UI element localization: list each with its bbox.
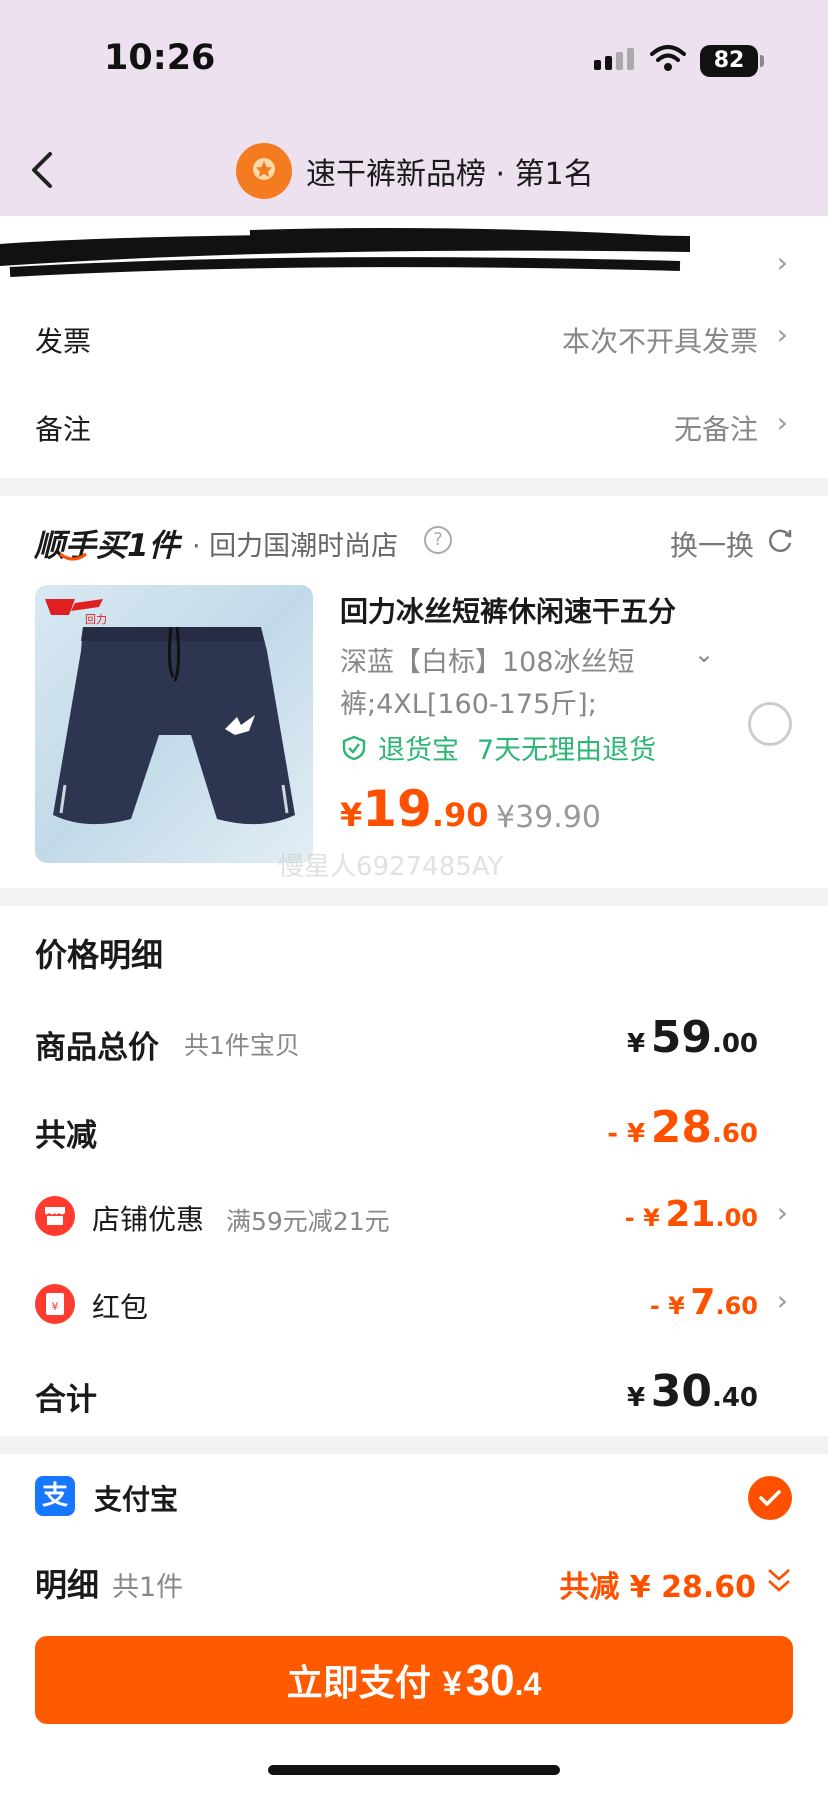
price-int: 19 bbox=[362, 780, 432, 838]
red-packet-amount[interactable]: - ¥ 7.60 bbox=[650, 1282, 758, 1323]
invoice-value: 本次不开具发票 bbox=[561, 325, 758, 358]
shop-discount-icon bbox=[35, 1196, 75, 1236]
sum-amount: ¥ 30.40 bbox=[627, 1366, 758, 1417]
invoice-row[interactable]: 发票 本次不开具发票 › bbox=[0, 306, 828, 386]
double-chevron-down-icon[interactable] bbox=[766, 1566, 792, 1596]
amount-dec: .40 bbox=[711, 1383, 758, 1413]
shop-name[interactable]: · 回力国潮时尚店 bbox=[192, 524, 398, 563]
alipay-icon: 支 bbox=[35, 1476, 75, 1516]
total-discount-amount: - ¥ 28.60 bbox=[607, 1102, 758, 1153]
shop-discount-amount[interactable]: - ¥ 21.00 bbox=[625, 1194, 758, 1235]
pay-now-label: 立即支付 bbox=[286, 1662, 431, 1703]
battery-indicator: 82 bbox=[700, 45, 758, 77]
battery-tip bbox=[760, 55, 764, 67]
remark-label: 备注 bbox=[35, 413, 92, 446]
sum-label: 合计 bbox=[35, 1382, 97, 1418]
pay-now-currency: ¥ bbox=[442, 1665, 462, 1703]
add-on-select-radio[interactable] bbox=[748, 702, 792, 746]
price-currency: ¥ bbox=[340, 796, 363, 834]
price-dec: .90 bbox=[431, 796, 489, 834]
check-icon bbox=[759, 1490, 781, 1506]
red-packet-icon: ¥ bbox=[35, 1284, 75, 1324]
detail-discount[interactable]: 共减 ¥ 28.60 bbox=[559, 1562, 756, 1606]
order-info-card: › 发票 本次不开具发票 › 备注 无备注 › bbox=[0, 216, 828, 478]
shield-check-icon bbox=[342, 735, 366, 760]
pay-now-dec: .4 bbox=[514, 1666, 542, 1702]
amount-currency: ¥ bbox=[627, 1029, 646, 1059]
amount-dec: .00 bbox=[715, 1204, 758, 1232]
shop-discount-chevron-icon[interactable]: › bbox=[777, 1196, 788, 1229]
total-discount-label: 共减 bbox=[35, 1118, 97, 1154]
goods-total-amount: ¥ 59.00 bbox=[627, 1012, 758, 1063]
help-icon[interactable]: ? bbox=[424, 526, 452, 554]
add-on-logo: 顺手买1件 bbox=[34, 520, 180, 565]
yen-glyph: ¥ bbox=[52, 1300, 59, 1313]
amount-dec: .00 bbox=[711, 1029, 758, 1059]
swap-button[interactable]: 换一换 bbox=[670, 524, 754, 564]
amount-currency: - ¥ bbox=[649, 1292, 685, 1320]
amount-currency: ¥ bbox=[627, 1383, 646, 1413]
amount-currency: - ¥ bbox=[607, 1119, 646, 1149]
product-spec-line1[interactable]: 深蓝【白标】108冰丝短 bbox=[340, 640, 635, 679]
ranking-title[interactable]: 速干裤新品榜 · 第1名 bbox=[236, 143, 594, 199]
medal-icon bbox=[236, 143, 292, 199]
add-on-logo-suffix: 1件 bbox=[127, 528, 180, 564]
return-policy-text: 7天无理由退货 bbox=[477, 735, 657, 766]
remark-row[interactable]: 备注 无备注 › bbox=[0, 394, 828, 474]
amount-int: 30 bbox=[650, 1366, 712, 1417]
goods-total-count: 共1件宝贝 bbox=[184, 1031, 300, 1060]
price-detail-title: 价格明细 bbox=[35, 936, 164, 974]
product-spec-line2[interactable]: 裤;4XL[160-175斤]; bbox=[340, 682, 597, 721]
amount-int: 28 bbox=[650, 1102, 712, 1153]
home-indicator[interactable] bbox=[268, 1765, 560, 1775]
amount-currency: - ¥ bbox=[624, 1204, 660, 1232]
remark-chevron-icon: › bbox=[776, 406, 788, 439]
amount-int: 59 bbox=[650, 1012, 712, 1063]
watermark: 慢星人6927485AY bbox=[278, 852, 504, 882]
wifi-icon bbox=[650, 45, 686, 71]
amount-dec: .60 bbox=[711, 1119, 758, 1149]
amount-int: 7 bbox=[690, 1282, 716, 1323]
status-time: 10:26 bbox=[104, 38, 216, 78]
original-price: ¥39.90 bbox=[496, 800, 601, 835]
smile-logo-icon bbox=[59, 552, 87, 561]
return-badge-text: 退货宝 bbox=[378, 735, 459, 766]
red-packet-label: 红包 bbox=[92, 1291, 149, 1324]
address-chevron-icon: › bbox=[776, 246, 788, 279]
pay-now-button[interactable]: 立即支付 ¥ 30.4 bbox=[35, 1636, 793, 1724]
detail-count: 共1件 bbox=[112, 1572, 184, 1603]
redacted-address[interactable] bbox=[0, 226, 690, 278]
amount-int: 21 bbox=[665, 1194, 716, 1235]
remark-value: 无备注 bbox=[673, 413, 758, 446]
invoice-chevron-icon: › bbox=[776, 318, 788, 351]
back-arrow-icon[interactable] bbox=[28, 150, 58, 190]
red-packet-chevron-icon[interactable]: › bbox=[777, 1284, 788, 1317]
product-price: ¥19.90 bbox=[340, 780, 489, 838]
invoice-label: 发票 bbox=[35, 325, 92, 358]
amount-dec: .60 bbox=[715, 1292, 758, 1320]
cellular-signal-icon bbox=[594, 48, 634, 70]
refresh-icon[interactable] bbox=[766, 526, 794, 554]
page-title: 速干裤新品榜 · 第1名 bbox=[306, 157, 594, 192]
payment-method-label[interactable]: 支付宝 bbox=[94, 1478, 178, 1518]
shop-discount-rule: 满59元减21元 bbox=[226, 1207, 390, 1236]
product-image[interactable]: 回力 bbox=[35, 585, 313, 863]
product-title[interactable]: 回力冰丝短裤休闲速干五分 bbox=[340, 590, 676, 630]
brand-text: 回力 bbox=[85, 613, 107, 626]
goods-total-label: 商品总价 bbox=[35, 1030, 159, 1066]
return-policy: 退货宝 7天无理由退货 bbox=[342, 728, 656, 767]
header: 10:26 82 速干裤新品榜 · 第1名 bbox=[0, 0, 828, 216]
pay-now-int: 30 bbox=[465, 1656, 515, 1705]
detail-label[interactable]: 明细 bbox=[35, 1560, 99, 1606]
shop-discount-label: 店铺优惠 bbox=[92, 1203, 205, 1236]
spec-dropdown-icon[interactable]: ⌄ bbox=[694, 640, 714, 668]
price-detail-card bbox=[0, 906, 828, 1436]
payment-selected-check[interactable] bbox=[748, 1476, 792, 1520]
